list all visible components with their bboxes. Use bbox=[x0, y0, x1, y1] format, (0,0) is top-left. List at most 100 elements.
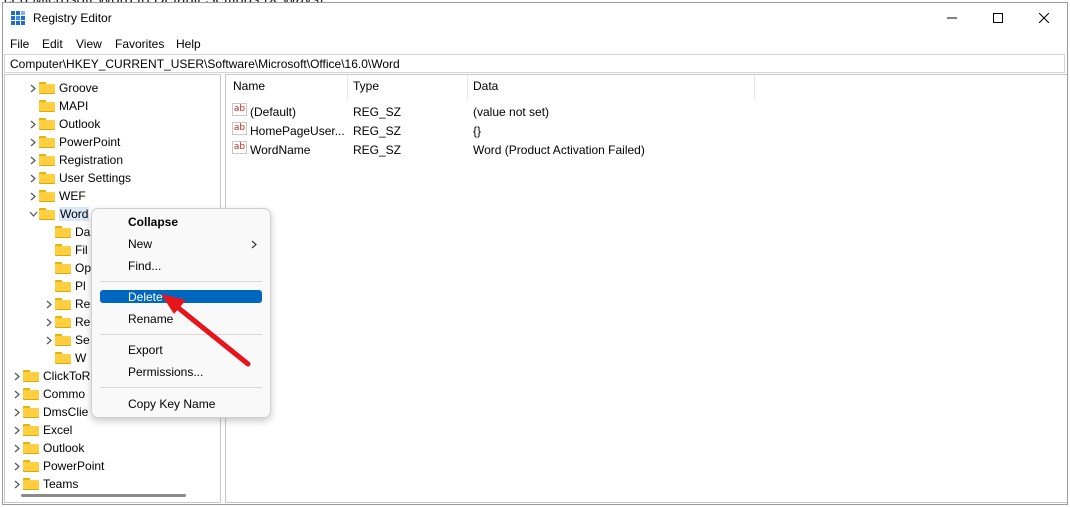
menu-item-rename[interactable]: Rename bbox=[100, 309, 262, 329]
context-menu: Collapse New Find... Delete Rename Expor… bbox=[91, 208, 271, 418]
folder-icon bbox=[39, 118, 55, 130]
value-type: REG_SZ bbox=[353, 124, 402, 138]
tree-item[interactable]: Op bbox=[43, 259, 91, 277]
string-value-icon: ab bbox=[232, 103, 247, 116]
value-name: HomePageUser... bbox=[250, 124, 345, 138]
menu-help[interactable]: Help bbox=[176, 37, 201, 51]
tree-item[interactable]: ClickToR bbox=[11, 367, 90, 385]
tree-item-label: Word bbox=[59, 207, 90, 221]
menu-item-delete[interactable]: Delete bbox=[100, 290, 262, 304]
folder-icon bbox=[23, 406, 39, 418]
chevron-right-icon[interactable] bbox=[27, 79, 39, 97]
tree-item-label: Re bbox=[75, 297, 91, 311]
tree-item-label: ClickToR bbox=[43, 369, 91, 383]
tree-item[interactable]: Re bbox=[43, 313, 90, 331]
menu-item-new[interactable]: New bbox=[100, 234, 262, 254]
folder-icon bbox=[23, 388, 39, 400]
menu-view[interactable]: View bbox=[76, 37, 102, 51]
folder-icon bbox=[55, 316, 71, 328]
value-type: REG_SZ bbox=[353, 105, 402, 119]
menu-file[interactable]: File bbox=[10, 37, 29, 51]
folder-icon bbox=[55, 226, 71, 238]
menu-edit[interactable]: Edit bbox=[42, 37, 63, 51]
tree-item[interactable]: Outlook bbox=[11, 439, 84, 457]
menu-favorites[interactable]: Favorites bbox=[115, 37, 164, 51]
tree-item[interactable]: Commo bbox=[11, 385, 85, 403]
folder-icon bbox=[55, 280, 71, 292]
tree-item[interactable]: Registration bbox=[27, 151, 123, 169]
chevron-right-icon[interactable] bbox=[11, 385, 23, 403]
tree-item[interactable]: Groove bbox=[27, 79, 98, 97]
tree-item-label: PowerPoint bbox=[59, 135, 121, 149]
tree-item-label: Groove bbox=[59, 81, 99, 95]
tree-item[interactable]: DmsClie bbox=[11, 403, 88, 421]
folder-icon bbox=[39, 100, 55, 112]
menu-bar: File Edit View Favorites Help bbox=[3, 33, 1067, 53]
scrollbar-thumb[interactable] bbox=[21, 494, 186, 497]
tree-item[interactable]: Outlook bbox=[27, 115, 100, 133]
tree-item-label: DmsClie bbox=[43, 405, 89, 419]
menu-item-collapse[interactable]: Collapse bbox=[100, 212, 262, 232]
tree-item[interactable]: Da bbox=[43, 223, 90, 241]
maximize-button[interactable] bbox=[975, 3, 1021, 33]
menu-item-export[interactable]: Export bbox=[100, 340, 262, 360]
tree-horizontal-scrollbar[interactable] bbox=[5, 488, 203, 502]
chevron-down-icon[interactable] bbox=[27, 205, 39, 223]
value-data: Word (Product Activation Failed) bbox=[473, 143, 645, 157]
tree-item-label: User Settings bbox=[59, 171, 132, 185]
tree-item-label: Se bbox=[75, 333, 90, 347]
chevron-right-icon[interactable] bbox=[27, 187, 39, 205]
folder-icon bbox=[39, 190, 55, 202]
tree-item[interactable]: Excel bbox=[11, 421, 72, 439]
tree-item-label: Commo bbox=[43, 387, 86, 401]
tree-item[interactable]: PowerPoint bbox=[27, 133, 120, 151]
tree-item-label: Da bbox=[75, 225, 91, 239]
folder-icon bbox=[55, 262, 71, 274]
tree-item[interactable]: MAPI bbox=[27, 97, 88, 115]
menu-item-copy-key-name[interactable]: Copy Key Name bbox=[100, 394, 262, 414]
tree-item[interactable]: User Settings bbox=[27, 169, 131, 187]
address-bar[interactable]: Computer\HKEY_CURRENT_USER\Software\Micr… bbox=[4, 54, 1065, 73]
chevron-right-icon[interactable] bbox=[27, 115, 39, 133]
tree-item[interactable]: Fil bbox=[43, 241, 88, 259]
chevron-right-icon[interactable] bbox=[27, 151, 39, 169]
chevron-right-icon[interactable] bbox=[27, 169, 39, 187]
menu-item-permissions[interactable]: Permissions... bbox=[100, 362, 262, 382]
folder-icon bbox=[23, 370, 39, 382]
tree-item[interactable]: Word bbox=[27, 205, 90, 223]
tree-item[interactable]: WEF bbox=[27, 187, 86, 205]
chevron-right-icon[interactable] bbox=[11, 421, 23, 439]
maximize-icon bbox=[993, 13, 1003, 23]
tree-item-label: Outlook bbox=[43, 441, 85, 455]
chevron-right-icon[interactable] bbox=[43, 295, 55, 313]
tree-item[interactable]: W bbox=[43, 349, 86, 367]
chevron-right-icon[interactable] bbox=[27, 133, 39, 151]
minimize-button[interactable] bbox=[929, 3, 975, 33]
close-button[interactable] bbox=[1021, 3, 1067, 33]
tree-item[interactable]: Re bbox=[43, 295, 90, 313]
string-value-icon: ab bbox=[232, 141, 247, 154]
column-header-type[interactable]: Type bbox=[353, 75, 379, 97]
values-list[interactable]: Name Type Data ab (Default) REG_SZ (valu… bbox=[225, 74, 1067, 503]
column-header-data[interactable]: Data bbox=[473, 75, 498, 97]
tree-item[interactable]: PowerPoint bbox=[11, 457, 104, 475]
tree-item-label: WEF bbox=[59, 189, 86, 203]
chevron-right-icon[interactable] bbox=[11, 367, 23, 385]
tree-item[interactable]: Pl bbox=[43, 277, 86, 295]
chevron-right-icon[interactable] bbox=[11, 403, 23, 421]
chevron-right-icon[interactable] bbox=[43, 313, 55, 331]
chevron-right-icon[interactable] bbox=[11, 439, 23, 457]
column-header-name[interactable]: Name bbox=[233, 75, 265, 97]
chevron-right-icon[interactable] bbox=[43, 331, 55, 349]
folder-icon bbox=[39, 136, 55, 148]
chevron-right-icon[interactable] bbox=[11, 457, 23, 475]
folder-icon bbox=[23, 460, 39, 472]
tree-item[interactable]: Se bbox=[43, 331, 90, 349]
menu-item-find[interactable]: Find... bbox=[100, 256, 262, 276]
folder-icon bbox=[39, 82, 55, 94]
folder-icon bbox=[39, 208, 55, 220]
